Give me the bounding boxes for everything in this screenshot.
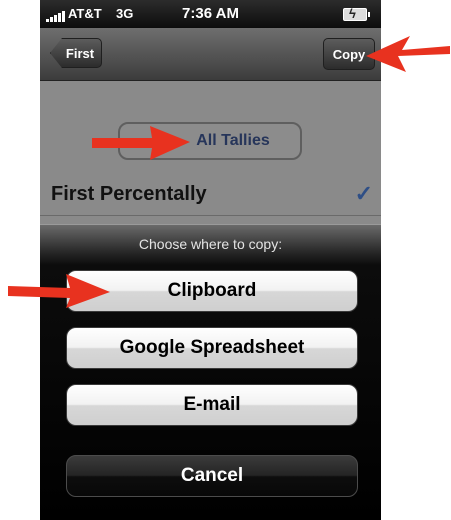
phone-screen: AT&T 3G 7:36 AM ϟ First Copy All Tallies… xyxy=(40,0,381,520)
cancel-button[interactable]: Cancel xyxy=(66,455,358,497)
status-time: 7:36 AM xyxy=(182,5,239,22)
back-button[interactable]: First xyxy=(50,38,102,68)
checkmark-icon: ✓ xyxy=(354,181,373,206)
setting-row[interactable]: First Percentally ✓ xyxy=(40,175,381,216)
email-button[interactable]: E-mail xyxy=(66,384,358,426)
action-sheet-title: Choose where to copy: xyxy=(138,236,283,252)
google-spreadsheet-button[interactable]: Google Spreadsheet xyxy=(66,327,358,369)
arrow-to-copy-icon xyxy=(366,36,450,72)
arrow-to-clipboard-icon xyxy=(8,274,110,308)
navigation-bar: First Copy xyxy=(40,28,381,81)
setting-label: First Percentally xyxy=(51,183,207,205)
copy-action-sheet: Choose where to copy: Clipboard Google S… xyxy=(40,224,381,520)
battery-charging-icon: ϟ xyxy=(343,6,370,21)
arrow-to-all-tallies-icon xyxy=(92,126,190,160)
all-tallies-label: All Tallies xyxy=(196,132,270,149)
status-bar: AT&T 3G 7:36 AM ϟ xyxy=(40,0,381,28)
